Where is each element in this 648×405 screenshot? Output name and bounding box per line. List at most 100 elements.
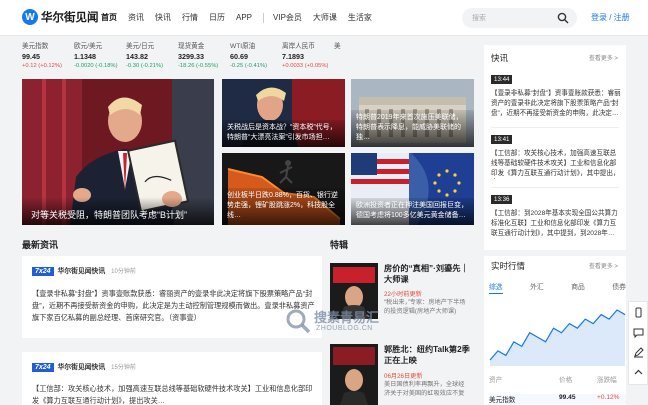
- ticker-value: 7.1893: [282, 52, 304, 61]
- news-text[interactable]: 【工信部：攻关核心技术，加强高速互联总线等基础软硬件技术攻关】工业和信息化部印发…: [32, 383, 316, 405]
- story-tile-caption[interactable]: 关税战后是资本战？“资本税”代号，特朗普“大漂亮法案”引发市场担…: [222, 120, 345, 147]
- watermark-subtext: ZHOUBLOG.CN: [316, 325, 373, 332]
- search-icon[interactable]: [557, 12, 569, 24]
- ticker[interactable]: 现货黄金 3299.33 -18.26 (-0.55%): [178, 40, 233, 74]
- nav-news[interactable]: 资讯: [128, 12, 144, 23]
- story-tile-caption[interactable]: 创业板半日跌0.88%，百货、银行逆势走强，锂矿股跳涨2%，科技股全线…: [222, 188, 345, 225]
- ticker-change: -0.25 (-0.41%): [230, 63, 268, 69]
- flash-text[interactable]: 【工信部：到2028年基本实现全国公共算力标准化互联】工业和信息化部印发《算力互…: [491, 209, 621, 239]
- ticker[interactable]: 美: [334, 40, 358, 74]
- logo-mark: W: [22, 9, 38, 25]
- ticker-value: 60.69: [230, 52, 248, 61]
- flash-divider: [491, 187, 619, 188]
- ticker-change: +0.0033 (+0.05%): [282, 63, 329, 69]
- special-desc: 美日国债利率再飘升，全球经济关于对美国的虹吸效应不复存…: [384, 381, 465, 397]
- nav-market[interactable]: 行情: [182, 12, 198, 23]
- logo-text: 华尔街见闻: [41, 10, 99, 24]
- ticker-change: -0.30 (-0.21%): [126, 63, 164, 69]
- news-card[interactable]: 7x24 华尔街见闻快讯 10分钟前 【壹录非私募“封盘”】资事壹账款获悉：睿丽资产…: [22, 256, 322, 338]
- col-price: 价格: [559, 377, 573, 384]
- market-title: 实时行情: [491, 261, 526, 271]
- special-title[interactable]: 郭胜北：纽约Talk第2季 正在上映: [384, 344, 472, 366]
- ticker[interactable]: WTI原油 60.69 -0.25 (-0.41%): [230, 40, 285, 74]
- hero-story[interactable]: 对等关税受阻，特朗普团队考虑“B计划”: [22, 79, 214, 225]
- mobile-icon[interactable]: [633, 307, 644, 318]
- special-item[interactable]: 郭胜北：纽约Talk第2季 正在上映 06月26日更新 美日国债利率再飘升，全球…: [330, 344, 470, 405]
- story-tile[interactable]: 欧洲投资者正在押注美国回报巨变，德国考虑将100多亿美元黄金储备…: [351, 153, 474, 225]
- nav-calendar[interactable]: 日历: [209, 12, 225, 23]
- news-source: 华尔街见闻快讯: [57, 364, 106, 371]
- story-tile[interactable]: 创业板半日跌0.88%，百货、银行逆势走强，锂矿股跳涨2%，科技股全线…: [222, 153, 345, 225]
- ticker-name: 美元/日元: [126, 43, 155, 50]
- market-more-link[interactable]: 查看更多 >: [589, 261, 618, 270]
- news-card[interactable]: 7x24 华尔街见闻快讯 15分钟前 【工信部：攻关核心技术，加强高速互联总线等基础…: [22, 352, 322, 405]
- special-date: 22小时前更新: [384, 291, 422, 298]
- search-input[interactable]: 搜索: [462, 8, 577, 28]
- tab-featured[interactable]: 综选: [489, 281, 503, 294]
- edit-icon[interactable]: [633, 347, 644, 358]
- nav-vip[interactable]: VIP会员: [273, 12, 302, 23]
- story-tile-caption[interactable]: 特朗普2019年来首次施压美联储，特朗普表示降息，能威胁美联储的独…: [351, 110, 474, 147]
- special-thumbnail: [330, 344, 378, 405]
- side-toolbar: [628, 301, 648, 385]
- news-source: 华尔街见闻快讯: [57, 268, 106, 275]
- flash-more-link[interactable]: 查看更多 >: [589, 53, 618, 62]
- tab-bond[interactable]: 债券: [612, 281, 626, 294]
- watermark-magnifier-icon: [286, 309, 311, 334]
- ticker-name: 离岸人民币: [282, 43, 315, 50]
- news-time: 15分钟前: [111, 365, 136, 371]
- ticker-value: 3299.33: [178, 52, 204, 61]
- nav-divider: [263, 12, 265, 23]
- nav-home[interactable]: 首页: [101, 12, 117, 23]
- market-asset: 美元指数: [489, 397, 516, 404]
- news-text[interactable]: 【壹录非私募“封盘”】资事壹账款获悉：睿丽资产的壹录非此决定将旗下股票策略产品“…: [32, 288, 316, 330]
- story-tile-caption[interactable]: 欧洲投资者正在押注美国回报巨变，德国考虑将100多亿美元黄金储备…: [351, 198, 474, 225]
- ticker[interactable]: 美元/日元 143.82 -0.30 (-0.21%): [126, 40, 181, 74]
- market-change: +0.12%: [597, 394, 620, 401]
- special-title[interactable]: 房价的“真相”·刘鎏先｜大师课: [384, 263, 472, 285]
- special-date: 06月26日更新: [384, 373, 423, 380]
- market-price: 99.45: [559, 394, 576, 401]
- flash-text[interactable]: 【工信部：攻关核心技术，加强高速互联总线等基础软硬件技术攻关】工业和信息化部印发…: [491, 149, 621, 179]
- story-tile[interactable]: 特朗普2019年来首次施压美联储，特朗普表示降息，能威胁美联储的独…: [351, 79, 474, 147]
- ticker-value: 99.45: [22, 52, 40, 61]
- nav-lifestyle[interactable]: 生活家: [348, 12, 372, 23]
- special-section-title: 特辑: [330, 240, 349, 250]
- market-table-header: 资产 价格 涨跌幅: [489, 374, 626, 384]
- nav-flash[interactable]: 快讯: [155, 12, 171, 23]
- flash-time: 13:36: [491, 195, 513, 204]
- tab-forex[interactable]: 外汇: [530, 281, 544, 294]
- flash-time: 13:41: [491, 135, 513, 144]
- message-icon[interactable]: [633, 327, 644, 338]
- ticker[interactable]: 欧元/美元 1.1348 -0.0020 (-0.18%): [74, 40, 129, 74]
- tab-commodity[interactable]: 商品: [571, 281, 585, 294]
- nav-app[interactable]: APP: [236, 13, 252, 22]
- ticker-name: 美: [334, 43, 341, 50]
- login-link[interactable]: 登录 / 注册: [591, 12, 630, 23]
- ticker[interactable]: 离岸人民币 7.1893 +0.0033 (+0.05%): [282, 40, 337, 74]
- flash-divider: [491, 127, 619, 128]
- flash-text[interactable]: 【壹录非私募“封盘”】资事壹账款获悉：睿丽资产的壹录非此决定将旗下股票策略产品“…: [491, 89, 621, 119]
- back-to-top-icon[interactable]: [633, 367, 644, 378]
- main-nav: 首页 资讯 快讯 行情 日历 APP VIP会员 大师课 生活家: [101, 12, 383, 23]
- story-tile[interactable]: 关税战后是资本战？“资本税”代号，特朗普“大漂亮法案”引发市场担…: [222, 79, 345, 147]
- ticker-change: -18.26 (-0.55%): [178, 63, 219, 69]
- flash-panel: 快讯 查看更多 > 13:44 【壹录非私募“封盘”】资事壹账款获悉：睿丽资产的…: [484, 45, 626, 250]
- ticker-change: +0.12 (+0.12%): [22, 63, 62, 69]
- ticker[interactable]: 美元指数 99.45 +0.12 (+0.12%): [22, 40, 77, 74]
- col-asset: 资产: [489, 377, 503, 384]
- flash-title: 快讯: [491, 53, 509, 63]
- market-row[interactable]: 美元指数 99.45 +0.12%: [489, 394, 626, 404]
- watermark: 搜素青易汇 ZHOUBLOG.CN: [285, 306, 403, 336]
- sparkline-area: [490, 310, 625, 366]
- logo[interactable]: W 华尔街见闻: [22, 9, 99, 25]
- ticker-value: 143.82: [126, 52, 148, 61]
- badge-7x24: 7x24: [32, 267, 54, 276]
- news-time: 10分钟前: [111, 269, 136, 275]
- ticker-value: 1.1348: [74, 52, 96, 61]
- market-sparkline: [489, 309, 626, 366]
- badge-7x24: 7x24: [32, 363, 54, 372]
- hero-caption[interactable]: 对等关税受阻，特朗普团队考虑“B计划”: [22, 197, 214, 225]
- nav-masterclass[interactable]: 大师课: [313, 12, 337, 23]
- watermark-text: 搜素青易汇: [314, 310, 380, 325]
